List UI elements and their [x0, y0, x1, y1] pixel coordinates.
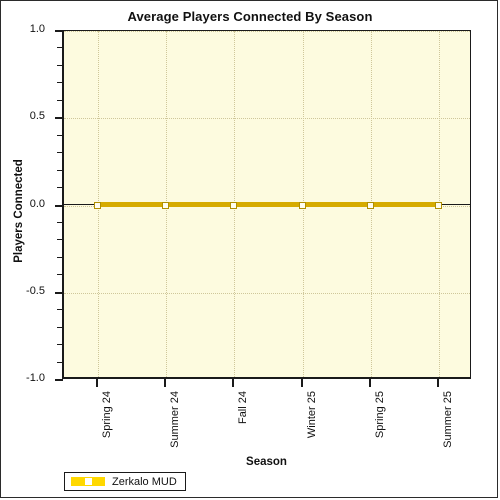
data-point-marker: [162, 201, 170, 209]
y-axis-tick-label: 1.0: [29, 23, 45, 35]
x-axis-tick-label: Spring 24: [101, 391, 114, 439]
horizontal-gridline: [64, 31, 470, 32]
chart-legend: Zerkalo MUD: [64, 472, 186, 491]
horizontal-gridline: [64, 292, 470, 294]
y-axis-tick-label: -0.5: [26, 284, 45, 297]
x-axis-tick-label: Summer 24: [169, 391, 182, 448]
plot-area: [62, 30, 471, 379]
x-axis-tick: [96, 379, 99, 387]
y-axis-tick: [55, 379, 63, 381]
legend-marker-icon: [83, 477, 93, 486]
y-axis-tick-label: 0.0: [29, 197, 45, 210]
legend-item-label: Zerkalo MUD: [112, 475, 177, 488]
data-point-marker: [298, 201, 306, 209]
y-axis-tick-label: -1.0: [26, 372, 45, 384]
chart-container: Average Players Connected By Season Play…: [0, 0, 498, 498]
data-point-marker: [94, 201, 102, 209]
x-axis-tick: [300, 379, 303, 387]
x-axis-tick-label: Fall 24: [237, 391, 250, 425]
x-axis-tick-label: Spring 25: [373, 391, 386, 439]
x-axis-tick: [232, 379, 235, 387]
x-axis-tick: [164, 379, 167, 387]
data-point-marker: [230, 201, 238, 209]
data-point-marker: [434, 201, 442, 209]
y-axis-title: Players Connected: [13, 159, 25, 263]
horizontal-gridline: [64, 118, 470, 120]
x-axis-tick: [436, 379, 439, 387]
y-axis-tick-label: 0.5: [29, 110, 45, 123]
x-axis-tick-label: Summer 25: [441, 391, 454, 448]
series-line-zerkalo-mud: [98, 202, 439, 207]
x-axis-tick: [368, 379, 371, 387]
data-point-marker: [366, 201, 374, 209]
x-axis-title: Season: [246, 456, 287, 468]
x-axis-tick-label: Winter 25: [305, 391, 318, 439]
chart-title: Average Players Connected By Season: [127, 9, 373, 24]
legend-color-swatch: [71, 477, 105, 486]
